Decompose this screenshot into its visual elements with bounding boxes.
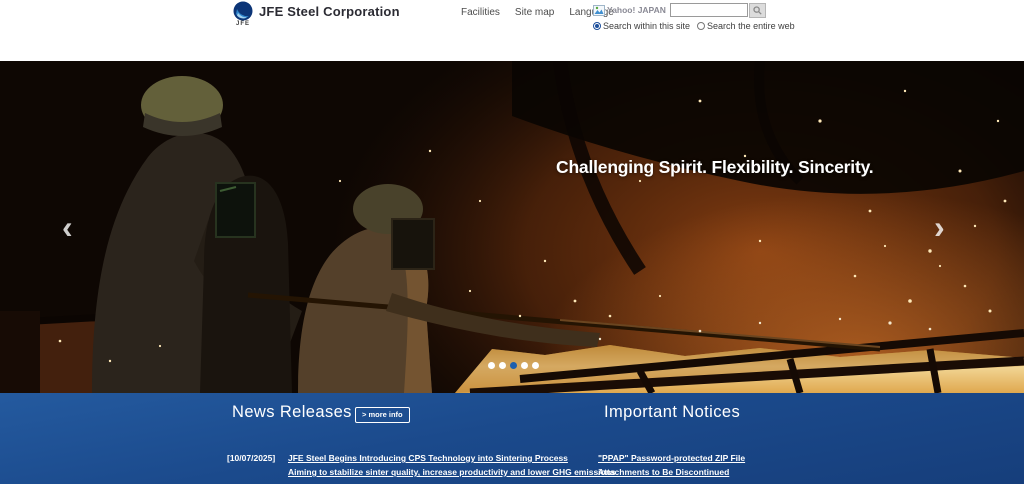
- jfe-globe-icon: [233, 1, 253, 21]
- carousel-next-arrow[interactable]: ›: [934, 211, 945, 243]
- carousel-dot-2[interactable]: [499, 362, 506, 369]
- news-item-link-line1[interactable]: JFE Steel Begins Introducing CPS Technol…: [288, 451, 616, 465]
- search-scope-radio-web[interactable]: [697, 22, 706, 30]
- news-item: [10/07/2025] JFE Steel Begins Introducin…: [227, 451, 616, 479]
- carousel-dot-5[interactable]: [532, 362, 539, 369]
- steelworks-photo: [0, 61, 1024, 393]
- search-scope-options: Search within this site Search the entir…: [593, 21, 800, 31]
- news-and-notices-band: News Releases > more info [10/07/2025] J…: [0, 393, 1024, 484]
- carousel-dot-3[interactable]: [510, 362, 517, 369]
- sitemap-link[interactable]: Site map: [515, 7, 554, 18]
- carousel-prev-arrow[interactable]: ‹: [62, 211, 73, 243]
- site-header: JFE JFE Steel Corporation Facilities Sit…: [0, 0, 1024, 61]
- news-releases-title: News Releases: [232, 403, 352, 421]
- carousel-dot-4[interactable]: [521, 362, 528, 369]
- hero-headline: Challenging Spirit. Flexibility. Sinceri…: [556, 157, 874, 177]
- more-info-button[interactable]: > more info: [355, 407, 410, 423]
- news-item-date: [10/07/2025]: [227, 453, 276, 463]
- broken-image-icon: [593, 4, 605, 16]
- search-button[interactable]: [748, 2, 766, 18]
- search-icon: [753, 5, 762, 15]
- search-scope-label-web[interactable]: Search the entire web: [707, 21, 795, 31]
- carousel-dot-1[interactable]: [488, 362, 495, 369]
- yahoo-japan-alt-text: Yahoo! JAPAN: [607, 5, 666, 15]
- search-scope-label-site[interactable]: Search within this site: [603, 21, 690, 31]
- company-name[interactable]: JFE Steel Corporation: [259, 4, 400, 19]
- search-input[interactable]: [669, 3, 748, 17]
- jfe-logo[interactable]: JFE: [233, 1, 259, 29]
- site-search: Yahoo! JAPAN Search within this site Sea…: [593, 2, 800, 31]
- facilities-link[interactable]: Facilities: [461, 7, 500, 18]
- hero-carousel: Challenging Spirit. Flexibility. Sinceri…: [0, 61, 1024, 393]
- carousel-dots: [488, 362, 539, 369]
- jfe-logo-text: JFE: [235, 21, 250, 27]
- notice-link-ppap[interactable]: "PPAP" Password-protected ZIP File Attac…: [598, 451, 794, 479]
- utility-links: Facilities Site map Language: [461, 7, 614, 18]
- search-scope-radio-site[interactable]: [593, 22, 601, 30]
- news-item-link-line2[interactable]: Aiming to stabilize sinter quality, incr…: [288, 465, 616, 479]
- important-notices-title: Important Notices: [604, 403, 741, 421]
